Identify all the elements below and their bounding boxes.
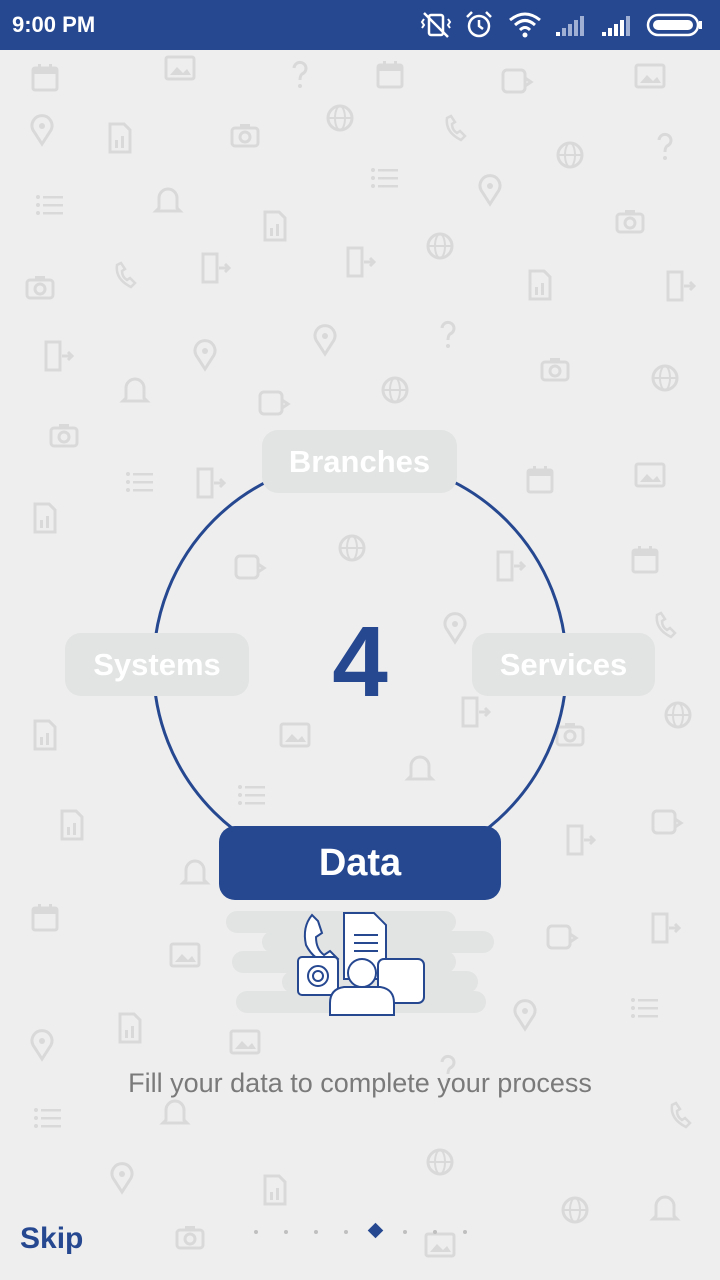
- step-systems: Systems: [65, 633, 249, 696]
- signal-weak-icon: [556, 16, 584, 36]
- data-illustration: [226, 911, 494, 1016]
- page-dot-7[interactable]: [433, 1230, 437, 1234]
- step-services: Services: [472, 633, 655, 696]
- page-dot-8[interactable]: [463, 1230, 467, 1234]
- signal-strong-icon: [602, 16, 630, 36]
- vibrate-off-icon: [420, 12, 452, 38]
- wifi-icon: [509, 12, 541, 38]
- step-data-active: Data: [219, 826, 501, 900]
- step-branches: Branches: [262, 430, 457, 493]
- status-icons: [420, 10, 710, 40]
- page-dot-5-active[interactable]: [367, 1222, 384, 1239]
- skip-button[interactable]: Skip: [20, 1222, 83, 1256]
- page-dot-6[interactable]: [403, 1230, 407, 1234]
- page-dot-3[interactable]: [314, 1230, 318, 1234]
- page-dot-2[interactable]: [284, 1230, 288, 1234]
- onboarding-caption: Fill your data to complete your process: [128, 1068, 592, 1098]
- step-number: 4: [332, 606, 388, 718]
- battery-icon: [646, 13, 702, 37]
- alarm-icon: [466, 11, 492, 38]
- status-time: 9:00 PM: [12, 12, 96, 37]
- page-indicator[interactable]: [246, 1220, 476, 1244]
- page-dot-4[interactable]: [344, 1230, 348, 1234]
- page-dot-1[interactable]: [254, 1230, 258, 1234]
- status-bar: 9:00 PM: [0, 0, 720, 50]
